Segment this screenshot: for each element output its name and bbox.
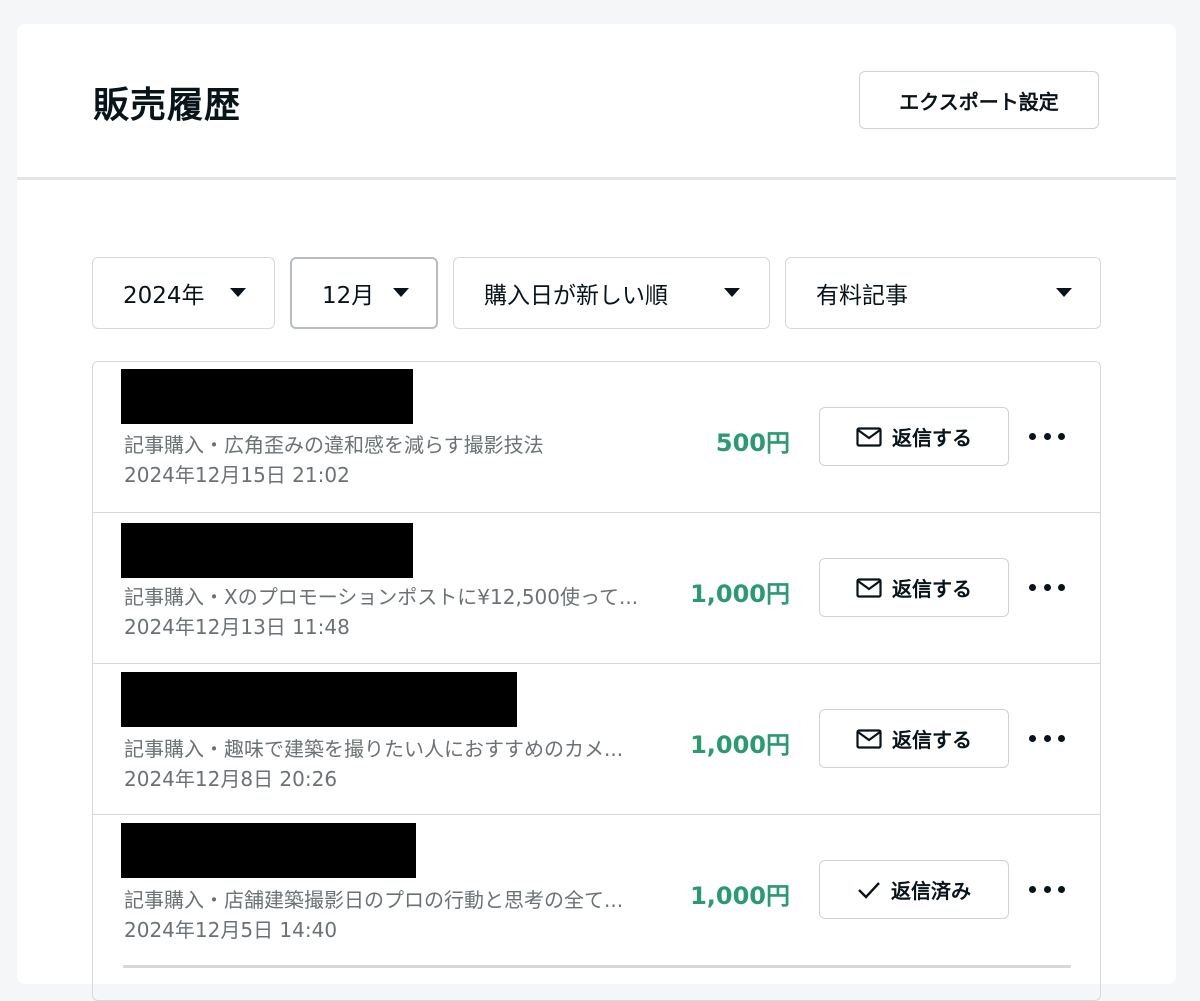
sales-row: 記事購入・店舗建築撮影日のプロの行動と思考の全て... 2024年12月5日 1… — [93, 815, 1100, 966]
reply-button-label: 返信する — [892, 728, 972, 752]
dot — [1029, 583, 1036, 591]
sales-list: 記事購入・広角歪みの違和感を減らす撮影技法 2024年12月15日 21:02 … — [92, 361, 1101, 1001]
reply-button[interactable]: 返信する — [819, 407, 1009, 466]
reply-button-label: 返信する — [892, 426, 972, 450]
dot — [1058, 885, 1065, 893]
dot — [1043, 583, 1051, 591]
purchase-date: 2024年12月5日 14:40 — [124, 918, 338, 942]
reply-button[interactable]: 返信する — [819, 709, 1009, 768]
more-options-button[interactable] — [1029, 726, 1065, 750]
mail-icon — [856, 426, 882, 447]
sort-select[interactable]: 購入日が新しい順 — [453, 257, 770, 329]
dot — [1029, 432, 1036, 440]
content-type-select[interactable]: 有料記事 — [785, 257, 1101, 329]
export-settings-button[interactable]: エクスポート設定 — [859, 71, 1099, 129]
year-select-label: 2024年 — [123, 283, 205, 309]
page-header: 販売履歴 エクスポート設定 — [17, 24, 1176, 179]
month-select-label: 12月 — [322, 283, 375, 309]
year-select[interactable]: 2024年 — [92, 257, 275, 329]
dot — [1043, 885, 1051, 893]
price: 1,000円 — [690, 731, 790, 759]
redacted-buyer-name — [121, 672, 517, 727]
caret-down-icon — [724, 288, 740, 297]
month-select[interactable]: 12月 — [290, 257, 438, 329]
reply-button[interactable]: 返信する — [819, 558, 1009, 617]
sales-row: 記事購入・趣味で建築を撮りたい人におすすめのカメ... 2024年12月8日 2… — [93, 664, 1100, 815]
mail-icon — [856, 577, 882, 598]
dot — [1058, 734, 1065, 742]
mail-icon — [856, 728, 882, 749]
price: 1,000円 — [690, 882, 790, 910]
item-title: 記事購入・店舗建築撮影日のプロの行動と思考の全て... — [124, 888, 624, 912]
dot — [1043, 734, 1051, 742]
caret-down-icon — [1056, 288, 1072, 297]
item-title: 記事購入・広角歪みの違和感を減らす撮影技法 — [124, 433, 544, 457]
more-options-button[interactable] — [1029, 575, 1065, 599]
sales-row: 記事購入・Xのプロモーションポストに¥12,500使って... 2024年12月… — [93, 513, 1100, 664]
more-options-button[interactable] — [1029, 877, 1065, 901]
header-divider — [17, 177, 1176, 180]
price: 1,000円 — [690, 580, 790, 608]
redacted-buyer-name — [121, 369, 413, 424]
price: 500円 — [715, 429, 790, 457]
dot — [1058, 432, 1065, 440]
check-icon — [857, 880, 881, 900]
sales-row: 記事購入・広角歪みの違和感を減らす撮影技法 2024年12月15日 21:02 … — [93, 362, 1100, 513]
purchase-date: 2024年12月8日 20:26 — [124, 767, 338, 791]
dot — [1043, 432, 1051, 440]
redacted-buyer-name — [121, 823, 416, 878]
sales-history-card: 販売履歴 エクスポート設定 2024年 12月 購入日が新しい順 有料記事 記事… — [17, 24, 1176, 1001]
dot — [1029, 885, 1036, 893]
redacted-buyer-name — [121, 523, 413, 578]
content-type-select-label: 有料記事 — [816, 283, 908, 309]
dot — [1058, 583, 1065, 591]
purchase-date: 2024年12月15日 21:02 — [124, 463, 350, 487]
caret-down-icon — [393, 288, 409, 297]
sort-select-label: 購入日が新しい順 — [484, 283, 668, 309]
page-title: 販売履歴 — [93, 85, 242, 126]
dot — [1029, 734, 1036, 742]
replied-button[interactable]: 返信済み — [819, 860, 1009, 919]
more-options-button[interactable] — [1029, 424, 1065, 448]
item-title: 記事購入・趣味で建築を撮りたい人におすすめのカメ... — [124, 737, 624, 761]
purchase-date: 2024年12月13日 11:48 — [124, 615, 350, 639]
caret-down-icon — [230, 288, 246, 297]
reply-button-label: 返信する — [892, 577, 972, 601]
item-title: 記事購入・Xのプロモーションポストに¥12,500使って... — [124, 585, 639, 609]
reply-button-label: 返信済み — [891, 879, 971, 903]
